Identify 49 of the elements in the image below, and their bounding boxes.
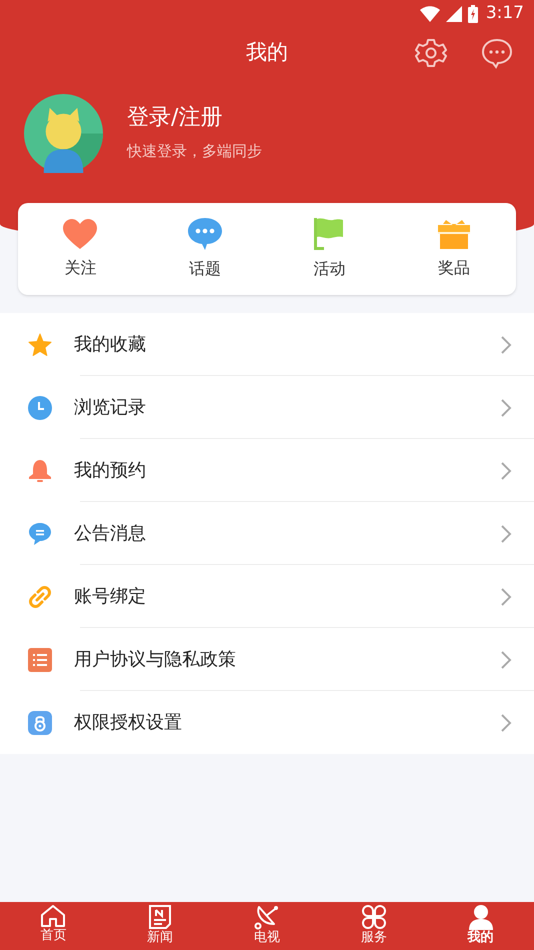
chat-bubble-icon bbox=[186, 217, 223, 251]
chevron-right-icon bbox=[500, 586, 512, 606]
chevron-right-icon bbox=[500, 650, 512, 670]
menu-item[interactable]: 我的预约 bbox=[0, 439, 534, 502]
message-icon[interactable] bbox=[480, 36, 514, 70]
list-icon bbox=[28, 648, 52, 672]
menu-item[interactable]: 账号绑定 bbox=[0, 565, 534, 628]
signal-icon bbox=[446, 6, 462, 22]
shortcut-item[interactable]: 关注 bbox=[18, 203, 142, 295]
nav-tab[interactable]: 电视 bbox=[214, 902, 320, 950]
lock-icon bbox=[28, 710, 52, 734]
message-icon bbox=[28, 522, 52, 546]
menu-item[interactable]: 我的收藏 bbox=[0, 313, 534, 376]
newspaper-icon bbox=[148, 904, 172, 930]
chevron-right-icon bbox=[500, 460, 512, 480]
chevron-right-icon bbox=[500, 524, 512, 544]
satellite-dish-icon bbox=[254, 904, 280, 930]
menu-item[interactable]: 浏览记录 bbox=[0, 376, 534, 439]
shortcut-item[interactable]: 话题 bbox=[142, 203, 267, 295]
wifi-icon bbox=[420, 6, 440, 22]
settings-icon[interactable] bbox=[414, 36, 448, 70]
star-icon bbox=[28, 332, 52, 356]
bell-icon bbox=[28, 458, 52, 482]
battery-icon bbox=[468, 5, 478, 23]
heart-icon bbox=[62, 218, 98, 250]
chevron-right-icon bbox=[500, 712, 512, 732]
page-title: 我的 bbox=[246, 39, 288, 66]
nav-tab[interactable]: 首页 bbox=[0, 902, 107, 950]
status-time: 3:17 bbox=[486, 2, 524, 26]
menu-item[interactable]: 权限授权设置 bbox=[0, 691, 534, 754]
clock-icon bbox=[28, 396, 52, 420]
login-subtitle: 快速登录，多端同步 bbox=[127, 140, 262, 162]
nav-tab[interactable]: 服务 bbox=[320, 902, 428, 950]
nav-tab[interactable]: 我的 bbox=[427, 902, 534, 950]
shortcut-item[interactable]: 奖品 bbox=[392, 203, 516, 295]
menu-item[interactable]: 公告消息 bbox=[0, 502, 534, 565]
person-icon bbox=[468, 904, 494, 930]
login-register-link[interactable]: 登录/注册 bbox=[127, 104, 262, 132]
avatar[interactable] bbox=[24, 94, 103, 172]
menu-item[interactable]: 用户协议与隐私政策 bbox=[0, 628, 534, 691]
chevron-right-icon bbox=[500, 334, 512, 354]
flag-icon bbox=[313, 217, 346, 251]
shortcut-item[interactable]: 活动 bbox=[267, 203, 392, 295]
link-icon bbox=[28, 584, 52, 608]
home-icon bbox=[40, 904, 66, 928]
nav-tab[interactable]: 新闻 bbox=[106, 902, 214, 950]
chevron-right-icon bbox=[500, 398, 512, 418]
gift-icon bbox=[436, 218, 471, 250]
grid-icon bbox=[360, 904, 387, 930]
